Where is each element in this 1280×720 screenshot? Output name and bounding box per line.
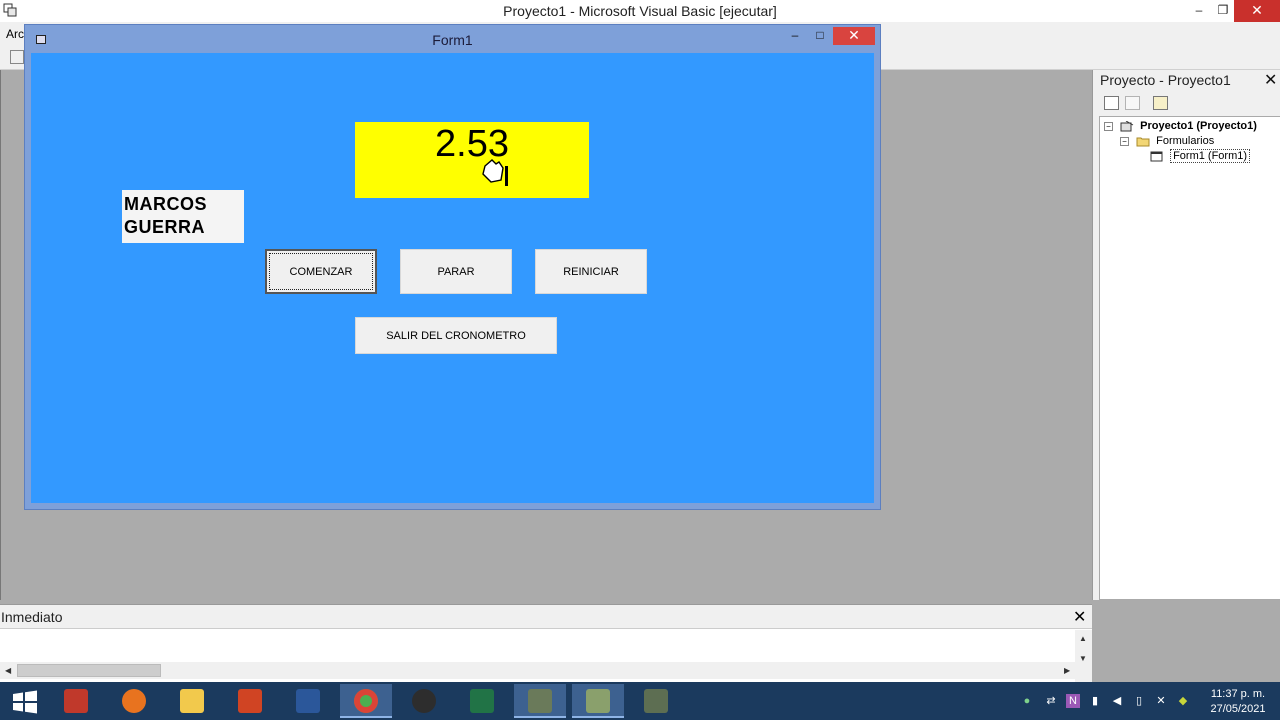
taskbar-chrome[interactable] xyxy=(340,684,392,718)
immediate-horizontal-scrollbar[interactable]: ◀ ▶ xyxy=(0,662,1075,679)
form1-window: Form1 – □ ✕ 2.53 MARCOS GUERRA COMENZAR … xyxy=(24,24,881,510)
project-explorer-close-button[interactable]: ✕ xyxy=(1264,70,1277,90)
form1-client-area: 2.53 MARCOS GUERRA COMENZAR PARAR REINIC… xyxy=(31,53,874,503)
taskbar-vb-project[interactable] xyxy=(572,684,624,718)
stop-button[interactable]: PARAR xyxy=(400,249,512,294)
taskbar-firefox[interactable] xyxy=(108,684,160,718)
immediate-window-title: Inmediato xyxy=(1,609,63,625)
clock-time: 11:37 p. m. xyxy=(1210,688,1266,700)
chrome-icon xyxy=(354,689,378,713)
word-icon xyxy=(296,689,320,713)
taskbar-clock[interactable]: 11:37 p. m. 27/05/2021 xyxy=(1200,687,1276,717)
volume-icon[interactable]: ◀ xyxy=(1110,694,1124,708)
form1-title-bar[interactable]: Form1 – □ ✕ xyxy=(25,25,880,52)
form-icon xyxy=(1150,151,1163,162)
taskbar-installer[interactable] xyxy=(50,684,102,718)
windows-logo-icon xyxy=(13,690,37,714)
ide-restore-button[interactable]: ❐ xyxy=(1210,0,1236,22)
network-icon[interactable]: ▮ xyxy=(1088,694,1102,708)
taskbar-excel[interactable] xyxy=(456,684,508,718)
tree-item-project[interactable]: − Proyecto1 (Proyecto1) xyxy=(1104,120,1257,132)
vb-ide-icon xyxy=(528,689,552,713)
nox-icon xyxy=(412,689,436,713)
tree-label: Form1 (Form1) xyxy=(1170,149,1251,163)
taskbar-vb-ide[interactable] xyxy=(514,684,566,718)
excel-icon xyxy=(470,689,494,713)
collapse-icon[interactable]: − xyxy=(1104,121,1113,131)
project-icon xyxy=(1120,120,1134,132)
form-maximize-button[interactable]: □ xyxy=(807,27,833,45)
form-minimize-button[interactable]: – xyxy=(782,27,808,45)
taskbar-word[interactable] xyxy=(282,684,334,718)
ide-title-bar: Proyecto1 - Microsoft Visual Basic [ejec… xyxy=(0,0,1280,22)
ide-close-button[interactable]: ✕ xyxy=(1234,0,1280,22)
taskbar-vb-run[interactable] xyxy=(630,684,682,718)
immediate-window-header: Inmediato ✕ xyxy=(0,605,1092,629)
taskbar-powerpoint[interactable] xyxy=(224,684,276,718)
exit-button[interactable]: SALIR DEL CRONOMETRO xyxy=(355,317,557,354)
action-center-icon[interactable]: ✕ xyxy=(1154,694,1168,708)
project-tree: − Proyecto1 (Proyecto1) − Formularios Fo… xyxy=(1099,116,1280,600)
onenote-icon[interactable]: N xyxy=(1066,694,1080,708)
windows-taskbar: ● ⇄ N ▮ ◀ ▯ ✕ ◆ 11:37 p. m. 27/05/2021 xyxy=(0,682,1280,720)
project-explorer-toolbar xyxy=(1093,92,1280,116)
powerpoint-icon xyxy=(238,689,262,713)
author-first-name: MARCOS xyxy=(124,194,207,214)
firefox-icon xyxy=(122,689,146,713)
toolbar-add-project-icon[interactable] xyxy=(10,50,24,64)
timer-display: 2.53 xyxy=(355,122,589,198)
tree-item-folder[interactable]: − Formularios xyxy=(1120,135,1214,147)
scroll-right-icon[interactable]: ▶ xyxy=(1064,666,1070,675)
vb-run-icon xyxy=(644,689,668,713)
tree-item-form1[interactable]: Form1 (Form1) xyxy=(1150,149,1251,163)
tray-sync-icon[interactable]: ⇄ xyxy=(1044,694,1058,708)
start-button[interactable]: COMENZAR xyxy=(265,249,377,294)
project-explorer-title: Proyecto - Proyecto1 xyxy=(1100,72,1231,88)
hand-cursor-icon xyxy=(482,159,508,186)
immediate-vertical-scrollbar[interactable]: ▲ ▼ xyxy=(1075,630,1092,683)
menu-archivo[interactable]: Arc xyxy=(6,27,24,41)
author-name-label: MARCOS GUERRA xyxy=(122,190,244,243)
collapse-icon[interactable]: − xyxy=(1120,136,1129,146)
taskbar-nox[interactable] xyxy=(398,684,450,718)
project-explorer: Proyecto - Proyecto1 ✕ − Proyecto1 (Proy… xyxy=(1092,70,1280,600)
reset-button[interactable]: REINICIAR xyxy=(535,249,647,294)
installer-icon xyxy=(64,689,88,713)
scroll-down-icon[interactable]: ▼ xyxy=(1079,654,1087,663)
folder-icon xyxy=(1136,137,1150,147)
view-code-icon[interactable] xyxy=(1104,96,1119,110)
folder-icon xyxy=(180,689,204,713)
battery-icon[interactable]: ▯ xyxy=(1132,694,1146,708)
tray-misc-icon[interactable]: ◆ xyxy=(1176,694,1190,708)
start-button[interactable] xyxy=(0,684,52,718)
form1-title: Form1 xyxy=(432,32,473,48)
taskbar-file-explorer[interactable] xyxy=(166,684,218,718)
scroll-left-icon[interactable]: ◀ xyxy=(5,666,11,675)
clock-date: 27/05/2021 xyxy=(1210,703,1266,715)
immediate-window-close-button[interactable]: ✕ xyxy=(1073,607,1086,627)
tree-label: Formularios xyxy=(1156,135,1215,147)
form-close-button[interactable]: ✕ xyxy=(833,27,875,45)
scroll-up-icon[interactable]: ▲ xyxy=(1079,634,1087,643)
ide-minimize-button[interactable]: – xyxy=(1186,0,1212,22)
ide-window-title: Proyecto1 - Microsoft Visual Basic [ejec… xyxy=(503,3,777,19)
view-object-icon[interactable] xyxy=(1125,96,1140,110)
timer-value: 2.53 xyxy=(435,123,509,165)
author-last-name: GUERRA xyxy=(124,217,206,237)
vb-project-icon xyxy=(586,689,610,713)
toggle-folders-icon[interactable] xyxy=(1153,96,1168,110)
tray-app-icon[interactable]: ● xyxy=(1020,694,1034,708)
scrollbar-thumb[interactable] xyxy=(17,664,161,677)
tree-label: Proyecto1 (Proyecto1) xyxy=(1140,120,1257,132)
